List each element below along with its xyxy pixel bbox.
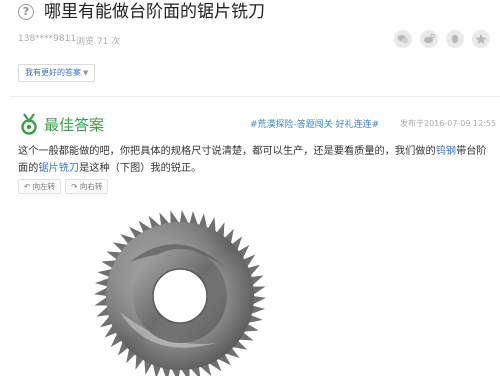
qq-icon[interactable] xyxy=(446,30,464,48)
divider xyxy=(10,96,500,97)
answer-text-part1: 这个一般都能做的吧，你把具体的规格尺寸说清楚，都可以生产，还是要看质量的，我们做… xyxy=(18,146,436,157)
question-title: 哪里有能做台阶面的锯片铣刀 xyxy=(44,2,265,22)
publish-date: 发布于2016-07-09 12:55 xyxy=(400,119,497,128)
answer-text-part3: 是这种（下图）我的锐正。 xyxy=(79,163,202,174)
qzone-icon[interactable] xyxy=(472,30,490,48)
meta-separator: | xyxy=(68,34,72,44)
saw-blade-image[interactable] xyxy=(90,192,270,376)
chevron-down-icon: ▼ xyxy=(83,69,89,77)
rotate-left-button[interactable]: ↶ 向左转 xyxy=(18,179,62,194)
topic-tag-link[interactable]: #荒漠探险-答题闯关 好礼连连# xyxy=(250,117,379,130)
best-answer-label: 最佳答案 xyxy=(44,116,105,134)
better-answer-button[interactable]: 我有更好的答案 ▼ xyxy=(18,64,96,82)
wechat-icon[interactable] xyxy=(394,30,412,48)
medal-icon xyxy=(21,113,37,135)
keyword-link-tungsten[interactable]: 钨钢 xyxy=(436,146,456,157)
share-bar xyxy=(394,30,490,48)
keyword-link-saw-cutter[interactable]: 锯片铣刀 xyxy=(38,163,79,174)
view-count: 浏览 71 次 xyxy=(76,37,121,47)
answer-text: 这个一般都能做的吧，你把具体的规格尺寸说清楚，都可以生产，还是要看质量的，我们做… xyxy=(18,143,496,177)
better-answer-label: 我有更好的答案 xyxy=(25,68,81,77)
question-circle-icon: ? xyxy=(18,4,34,20)
weibo-icon[interactable] xyxy=(420,30,438,48)
